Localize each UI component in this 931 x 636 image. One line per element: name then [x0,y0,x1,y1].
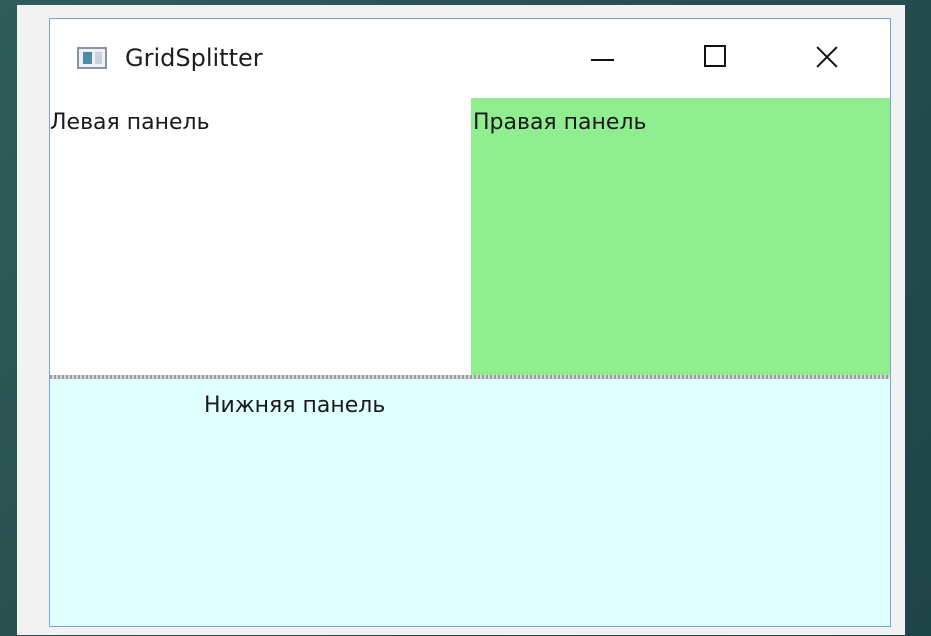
app-window: GridSplitter Левая панель Правая панель … [49,18,891,627]
close-icon [814,44,840,70]
left-panel-label: Левая панель [50,110,210,135]
grid-content: Левая панель Правая панель Нижняя панель [50,98,890,626]
maximize-button[interactable] [691,37,741,79]
left-panel: Левая панель [50,98,471,375]
bottom-panel-label: Нижняя панель [204,393,386,418]
minimize-button[interactable] [578,37,628,79]
right-panel: Правая панель [471,98,890,375]
window-title: GridSplitter [125,44,263,72]
app-window-icon [77,47,107,69]
right-panel-label: Правая панель [473,110,647,135]
minimize-icon [591,59,614,61]
bottom-panel: Нижняя панель [50,379,890,626]
title-bar: GridSplitter [50,19,890,98]
close-button[interactable] [802,37,852,79]
maximize-icon [704,45,726,67]
